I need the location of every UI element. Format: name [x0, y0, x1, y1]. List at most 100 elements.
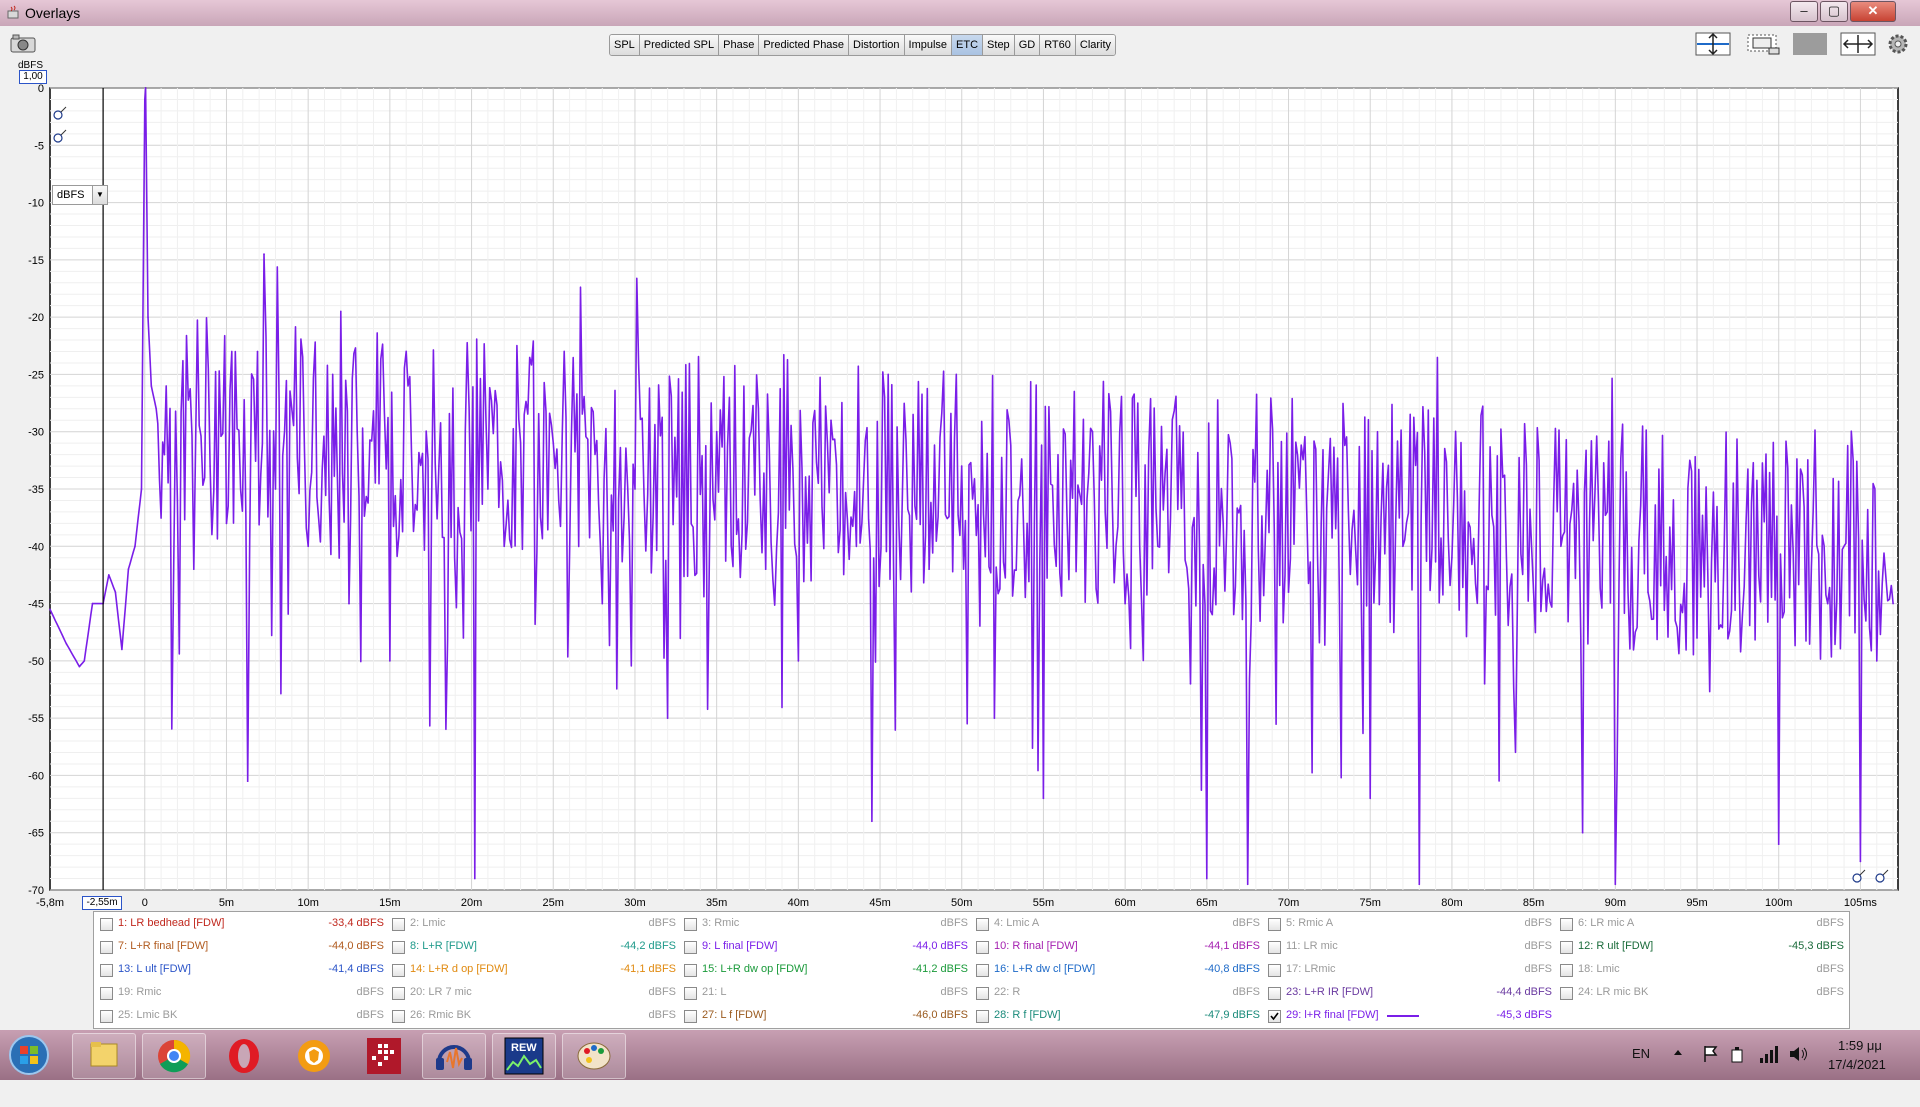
checkbox[interactable]: [1560, 964, 1573, 977]
legend-item[interactable]: 23: L+R IR [FDW] -44,4 dBFS: [1262, 981, 1552, 1004]
checkbox[interactable]: [1268, 964, 1281, 977]
legend-item[interactable]: 6: LR mic A dBFS: [1554, 912, 1844, 935]
tab-etc[interactable]: ETC: [952, 35, 984, 55]
y-scale-box[interactable]: 1,00: [19, 70, 47, 84]
tab-step[interactable]: Step: [983, 35, 1015, 55]
clock-date[interactable]: 17/4/2021: [1828, 1057, 1886, 1107]
power-icon[interactable]: [1728, 1044, 1748, 1064]
secure-browser-button[interactable]: [282, 1033, 346, 1079]
legend-item[interactable]: 19: Rmic dBFS: [94, 981, 384, 1004]
tab-spl[interactable]: SPL: [610, 35, 640, 55]
file-explorer-button[interactable]: [72, 1033, 136, 1079]
checkbox[interactable]: [976, 1010, 989, 1023]
checkbox[interactable]: [100, 918, 113, 931]
legend-item[interactable]: 17: LRmic dBFS: [1262, 958, 1552, 981]
checkbox[interactable]: [1268, 987, 1281, 1000]
checkbox[interactable]: [684, 964, 697, 977]
blank-tool-icon[interactable]: [1792, 32, 1828, 56]
paint-button[interactable]: [562, 1033, 626, 1079]
checkbox[interactable]: [684, 1010, 697, 1023]
vertical-scale-icon[interactable]: [1695, 32, 1731, 56]
tab-phase[interactable]: Phase: [719, 35, 760, 55]
opera-button[interactable]: [212, 1033, 276, 1079]
horizontal-scale-icon[interactable]: [1840, 32, 1876, 56]
rew-button[interactable]: REW: [492, 1033, 556, 1079]
legend-item[interactable]: 12: R ult [FDW] -45,3 dBFS: [1554, 935, 1844, 958]
legend-item[interactable]: 5: Rmic A dBFS: [1262, 912, 1552, 935]
legend-item[interactable]: 25: Lmic BK dBFS: [94, 1004, 384, 1027]
checkbox[interactable]: [976, 941, 989, 954]
tab-predicted-phase[interactable]: Predicted Phase: [759, 35, 850, 55]
checkbox[interactable]: [1268, 941, 1281, 954]
unit-select[interactable]: dBFS ▼: [52, 185, 108, 205]
tray-expand-icon[interactable]: [1672, 1046, 1684, 1060]
tab-distortion[interactable]: Distortion: [849, 35, 905, 55]
checkbox[interactable]: [684, 918, 697, 931]
legend-item[interactable]: 16: L+R dw cl [FDW] -40,8 dBFS: [970, 958, 1260, 981]
legend-item[interactable]: 2: Lmic dBFS: [386, 912, 676, 935]
checkbox[interactable]: [976, 987, 989, 1000]
tab-predicted-spl[interactable]: Predicted SPL: [639, 35, 720, 55]
legend-item[interactable]: 24: LR mic BK dBFS: [1554, 981, 1844, 1004]
fit-window-icon[interactable]: [1745, 32, 1781, 56]
settings-icon[interactable]: [1886, 32, 1910, 56]
language-indicator[interactable]: EN: [1632, 1046, 1650, 1096]
legend-item[interactable]: 8: L+R [FDW] -44,2 dBFS: [386, 935, 676, 958]
legend-item[interactable]: 1: LR bedhead [FDW] -33,4 dBFS: [94, 912, 384, 935]
legend-item[interactable]: 15: L+R dw op [FDW] -41,2 dBFS: [678, 958, 968, 981]
legend-item[interactable]: 22: R dBFS: [970, 981, 1260, 1004]
red-grid-app-button[interactable]: [352, 1033, 416, 1079]
checkbox[interactable]: [392, 918, 405, 931]
tab-impulse[interactable]: Impulse: [904, 35, 953, 55]
maximize-button[interactable]: ▢: [1820, 1, 1848, 22]
tab-clarity[interactable]: Clarity: [1075, 35, 1116, 55]
checkbox[interactable]: [100, 964, 113, 977]
legend-item[interactable]: 14: L+R d op [FDW] -41,1 dBFS: [386, 958, 676, 981]
legend-item[interactable]: 29: l+R final [FDW] -45,3 dBFS: [1262, 1004, 1552, 1027]
checkbox[interactable]: [100, 987, 113, 1000]
volume-icon[interactable]: [1788, 1044, 1810, 1064]
tab-rt60[interactable]: RT60: [1040, 35, 1076, 55]
cursor-time-box[interactable]: -2,55m: [82, 896, 122, 910]
checkbox[interactable]: [1268, 918, 1281, 931]
audacity-button[interactable]: [422, 1033, 486, 1079]
checkbox[interactable]: [392, 1010, 405, 1023]
legend-item[interactable]: 3: Rmic dBFS: [678, 912, 968, 935]
minimize-button[interactable]: –: [1790, 1, 1818, 22]
legend-item[interactable]: 4: Lmic A dBFS: [970, 912, 1260, 935]
etc-chart[interactable]: 0 -5 -10 -15 -20 -25 -30 -35 -40 -45 -50 -55 -60 -65 -…: [0, 60, 1920, 910]
start-orb-icon[interactable]: [6, 1033, 52, 1077]
action-center-flag-icon[interactable]: [1702, 1044, 1720, 1064]
legend-item[interactable]: 21: L dBFS: [678, 981, 968, 1004]
legend-item[interactable]: 18: Lmic dBFS: [1554, 958, 1844, 981]
capture-icon[interactable]: [8, 34, 38, 54]
legend-item[interactable]: 11: LR mic dBFS: [1262, 935, 1552, 958]
legend-item[interactable]: 10: R final [FDW] -44,1 dBFS: [970, 935, 1260, 958]
checkbox[interactable]: [1560, 941, 1573, 954]
legend-item[interactable]: 26: Rmic BK dBFS: [386, 1004, 676, 1027]
checkbox[interactable]: [100, 1010, 113, 1023]
network-signal-icon[interactable]: [1758, 1044, 1780, 1064]
checkbox[interactable]: [684, 987, 697, 1000]
legend-item[interactable]: 28: R f [FDW] -47,9 dBFS: [970, 1004, 1260, 1027]
legend-item[interactable]: 9: L final [FDW] -44,0 dBFS: [678, 935, 968, 958]
legend-item[interactable]: 13: L ult [FDW] -41,4 dBFS: [94, 958, 384, 981]
tab-gd[interactable]: GD: [1014, 35, 1041, 55]
checkbox[interactable]: [392, 987, 405, 1000]
close-button[interactable]: ✕: [1850, 1, 1896, 22]
chrome-button[interactable]: [142, 1033, 206, 1079]
checkbox[interactable]: [392, 964, 405, 977]
checkbox[interactable]: [100, 941, 113, 954]
checkbox-checked[interactable]: [1268, 1010, 1281, 1023]
checkbox[interactable]: [976, 964, 989, 977]
legend-item[interactable]: 27: L f [FDW] -46,0 dBFS: [678, 1004, 968, 1027]
checkbox[interactable]: [684, 941, 697, 954]
checkbox[interactable]: [976, 918, 989, 931]
chevron-down-icon[interactable]: ▼: [92, 186, 107, 204]
legend-item[interactable]: 7: L+R final [FDW] -44,0 dBFS: [94, 935, 384, 958]
etc-plot[interactable]: 0 -5 -10 -15 -20 -25 -30 -35 -40 -45 -50 -55 -60 -65 -…: [0, 60, 1920, 910]
checkbox[interactable]: [392, 941, 405, 954]
legend-item[interactable]: 20: LR 7 mic dBFS: [386, 981, 676, 1004]
checkbox[interactable]: [1560, 918, 1573, 931]
checkbox[interactable]: [1560, 987, 1573, 1000]
